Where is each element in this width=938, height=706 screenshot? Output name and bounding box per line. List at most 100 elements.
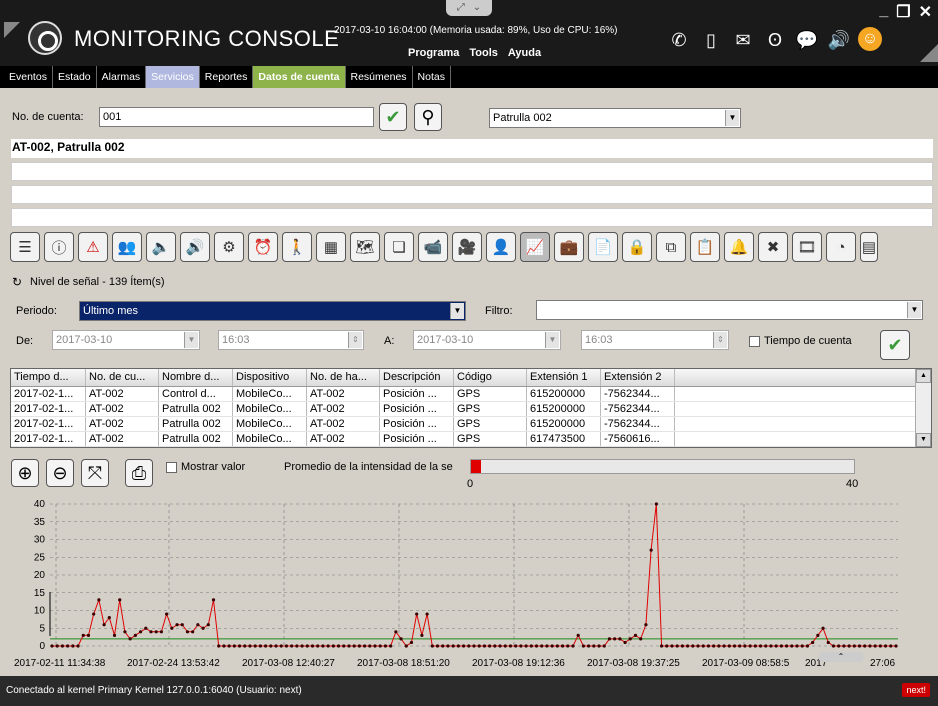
column-header[interactable]: No. de cu... [86, 369, 159, 386]
period-select[interactable]: Último mes ▼ [79, 301, 466, 321]
menu-ayuda[interactable]: Ayuda [508, 47, 541, 59]
pages-icon[interactable]: ▤ [860, 232, 878, 262]
menu-programa[interactable]: Programa [408, 47, 459, 59]
column-header[interactable]: Nombre d... [159, 369, 233, 386]
data-point [883, 644, 888, 648]
dashboard-icon[interactable]: ◔ [826, 232, 856, 262]
tools-icon[interactable]: ✖ [758, 232, 788, 262]
alarm-speaker-icon[interactable]: 🔊 [180, 232, 210, 262]
speaker-icon[interactable]: 🔊 [826, 27, 852, 53]
briefcase-icon[interactable]: 💼 [554, 232, 584, 262]
notes-icon[interactable]: ☰ [10, 232, 40, 262]
dropdown-arrow-icon[interactable]: ▼ [184, 332, 198, 348]
copy-docs-icon[interactable]: ⧉ [656, 232, 686, 262]
menu-tools[interactable]: Tools [469, 47, 498, 59]
speaker-icon[interactable]: 🔈 [146, 232, 176, 262]
to-time-input[interactable]: 16:03 ⇕ [581, 330, 729, 350]
filter-select[interactable]: ▼ [536, 300, 923, 320]
dropdown-arrow-icon[interactable]: ▼ [907, 302, 921, 318]
gears-icon[interactable]: ⚙ [214, 232, 244, 262]
walking-person-icon[interactable]: 🚶 [282, 232, 312, 262]
spinner-icon[interactable]: ⇕ [713, 332, 727, 348]
clipboard-icon[interactable]: 📋 [690, 232, 720, 262]
patrol-select[interactable]: Patrulla 002 ▼ [489, 108, 741, 128]
apply-filter-button[interactable]: ✔ [880, 330, 910, 360]
spinner-icon[interactable]: ⇕ [348, 332, 362, 348]
lock-icon[interactable]: 🔒 [622, 232, 652, 262]
tab-resumenes[interactable]: Resúmenes [346, 66, 413, 88]
confirm-account-button[interactable]: ✔ [379, 103, 407, 131]
column-header[interactable]: Código [454, 369, 527, 386]
tab-reportes[interactable]: Reportes [200, 66, 254, 88]
expand-icon[interactable]: ⤢ [457, 0, 465, 16]
refresh-icon[interactable]: ↻ [12, 275, 22, 289]
fit-view-button[interactable]: ⤧ [81, 459, 109, 487]
video-camera-icon[interactable]: 📹 [418, 232, 448, 262]
document-search-icon[interactable]: 📄 [588, 232, 618, 262]
data-point [368, 644, 372, 648]
tab-datos-de-cuenta[interactable]: Datos de cuenta [253, 66, 346, 88]
layers-icon[interactable]: ❏ [384, 232, 414, 262]
to-date-input[interactable]: 2017-03-10 ▼ [413, 330, 561, 350]
tab-notas[interactable]: Notas [413, 66, 451, 88]
data-point [420, 633, 424, 637]
smiley-icon[interactable]: ☺ [858, 27, 882, 51]
print-button[interactable]: ⎙ [125, 459, 153, 487]
scroll-down-icon[interactable]: ▼ [916, 433, 931, 447]
person-camera-icon[interactable]: 👤 [486, 232, 516, 262]
dropdown-arrow-icon[interactable]: ▼ [545, 332, 559, 348]
scroll-up-icon[interactable]: ▲ [916, 369, 931, 383]
chevron-up-icon[interactable]: ⌃ [838, 652, 845, 661]
table-row[interactable]: 2017-02-1... AT-002 Patrulla 002 MobileC… [11, 402, 931, 417]
warning-icon[interactable]: ⚠ [78, 232, 108, 262]
owl-icon[interactable]: ʘ [762, 27, 788, 53]
chart-scroll-handle[interactable]: ⌃ [818, 652, 864, 662]
account-time-checkbox[interactable] [749, 336, 760, 347]
bell-operator-icon[interactable]: 🔔 [724, 232, 754, 262]
data-point [472, 644, 476, 648]
dropdown-arrow-icon[interactable]: ▼ [725, 110, 739, 126]
tab-servicios[interactable]: Servicios [146, 66, 200, 88]
sms-icon[interactable]: ▯ [698, 27, 724, 53]
user-badge[interactable]: next! [902, 683, 930, 697]
tab-eventos[interactable]: Eventos [4, 66, 53, 88]
tab-alarmas[interactable]: Alarmas [97, 66, 147, 88]
zoom-in-button[interactable]: ⊕ [11, 459, 39, 487]
data-point [253, 644, 257, 648]
film-icon[interactable]: 🎞 [792, 232, 822, 262]
column-header[interactable]: Descripción [380, 369, 454, 386]
users-icon[interactable]: 👥 [112, 232, 142, 262]
signal-chart-icon[interactable]: 📈 [520, 232, 550, 262]
table-row[interactable]: 2017-02-1... AT-002 Patrulla 002 MobileC… [11, 432, 931, 447]
column-header[interactable]: No. de ha... [307, 369, 380, 386]
multi-camera-icon[interactable]: 🎥 [452, 232, 482, 262]
close-icon[interactable]: ✕ [919, 2, 932, 22]
table-row[interactable]: 2017-02-1... AT-002 Patrulla 002 MobileC… [11, 417, 931, 432]
table-row[interactable]: 2017-02-1... AT-002 Control d... MobileC… [11, 387, 931, 402]
account-number-input[interactable]: 001 [99, 107, 374, 127]
info-icon[interactable]: ⓘ [44, 232, 74, 262]
table-scrollbar[interactable]: ▲ ▼ [915, 369, 931, 447]
show-value-checkbox[interactable] [166, 462, 177, 473]
column-header[interactable]: Extensión 1 [527, 369, 601, 386]
phone-icon[interactable]: ✆ [666, 27, 692, 53]
map-icon[interactable]: 🗺 [350, 232, 380, 262]
restore-icon[interactable]: ❐ [896, 2, 910, 22]
from-time-input[interactable]: 16:03 ⇕ [218, 330, 364, 350]
data-point [191, 630, 195, 634]
search-account-button[interactable]: ⚲ [414, 103, 442, 131]
floorplan-icon[interactable]: ▦ [316, 232, 346, 262]
from-date-input[interactable]: 2017-03-10 ▼ [52, 330, 200, 350]
column-header[interactable]: Extensión 2 [601, 369, 675, 386]
tab-estado[interactable]: Estado [53, 66, 97, 88]
dropdown-arrow-icon[interactable]: ▼ [450, 303, 464, 319]
clock-icon[interactable]: ⏰ [248, 232, 278, 262]
chevron-down-icon[interactable]: ⌄ [473, 0, 481, 16]
mail-icon[interactable]: ✉ [730, 27, 756, 53]
chat-icon[interactable]: 💬 [794, 27, 820, 53]
column-header[interactable]: Tiempo d... [11, 369, 86, 386]
collapse-handle[interactable]: ⤢ ⌄ [446, 0, 492, 16]
column-header[interactable]: Dispositivo [233, 369, 307, 386]
zoom-out-button[interactable]: ⊖ [46, 459, 74, 487]
minimize-icon[interactable]: _ [879, 2, 888, 22]
